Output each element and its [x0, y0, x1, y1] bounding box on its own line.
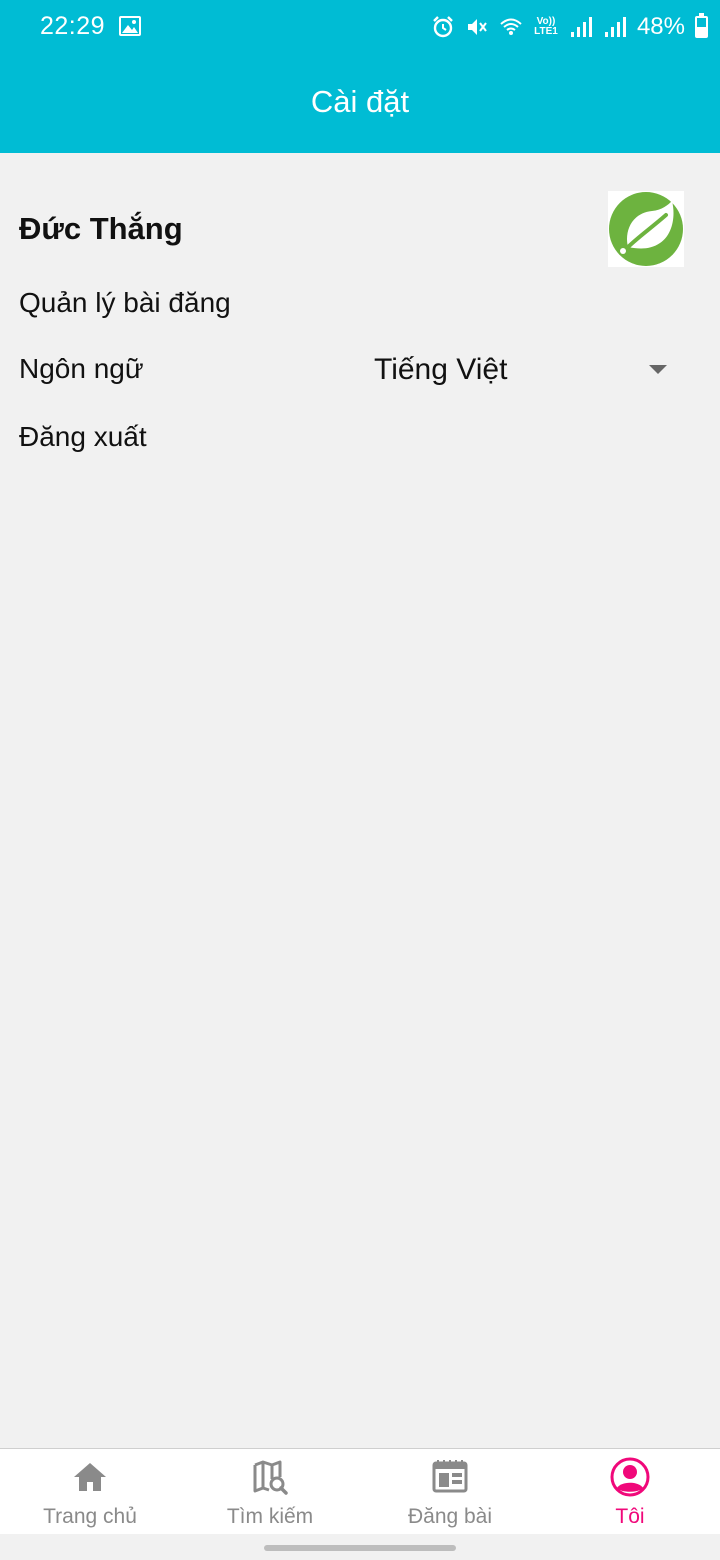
gesture-area: [0, 1534, 720, 1560]
volte-indicator: Vo)) LTE1: [533, 17, 559, 37]
app-bar: Cài đặt: [0, 54, 720, 153]
nav-item-me[interactable]: Tôi: [540, 1449, 720, 1535]
logout-item[interactable]: Đăng xuất: [19, 421, 147, 453]
nav-label-search: Tìm kiếm: [226, 1505, 314, 1528]
nav-item-home[interactable]: Trang chủ: [0, 1449, 180, 1535]
alarm-icon: [433, 16, 453, 38]
battery-percent: 48%: [636, 13, 685, 40]
status-bar: 22:29 Vo)) LTE1 48%: [0, 0, 720, 54]
battery-fill: [697, 27, 706, 36]
nav-item-search[interactable]: Tìm kiếm: [180, 1449, 360, 1535]
map-search-icon: [253, 1460, 288, 1495]
image-notification-icon: [119, 16, 141, 36]
nav-label-home: Trang chủ: [43, 1505, 137, 1528]
language-dropdown[interactable]: Tiếng Việt: [374, 353, 674, 391]
language-row: Ngôn ngữ Tiếng Việt: [0, 353, 720, 391]
home-icon: [74, 1463, 106, 1491]
nav-label-post: Đăng bài: [407, 1505, 493, 1528]
account-circle-icon: [610, 1457, 650, 1497]
post-article-icon: [432, 1460, 468, 1493]
page-title: Cài đặt: [310, 83, 410, 119]
avatar[interactable]: [608, 191, 684, 267]
bottom-navigation: Trang chủ Tìm kiếm Đăng bài Tôi: [0, 1448, 720, 1535]
signal-icon: [570, 17, 592, 37]
status-icons: Vo)) LTE1 48%: [431, 10, 708, 44]
user-name: Đức Thắng: [19, 211, 183, 246]
gesture-handle[interactable]: [264, 1545, 456, 1551]
signal-icon-2: [604, 17, 626, 37]
manage-posts-item[interactable]: Quản lý bài đăng: [19, 287, 231, 319]
language-label: Ngôn ngữ: [19, 353, 144, 384]
dropdown-arrow-icon: [649, 365, 667, 374]
mute-icon: [467, 19, 487, 35]
lte-label: LTE1: [534, 26, 558, 37]
settings-content: Đức Thắng Quản lý bài đăng Ngôn ngữ Tiến…: [0, 153, 720, 1448]
battery-icon: [695, 13, 708, 38]
wifi-icon: [500, 18, 522, 35]
spring-leaf-logo-icon: [609, 192, 683, 266]
nav-item-post[interactable]: Đăng bài: [360, 1449, 540, 1535]
language-selected-value: Tiếng Việt: [374, 353, 508, 386]
nav-label-me: Tôi: [615, 1505, 645, 1528]
status-time: 22:29: [40, 12, 106, 40]
